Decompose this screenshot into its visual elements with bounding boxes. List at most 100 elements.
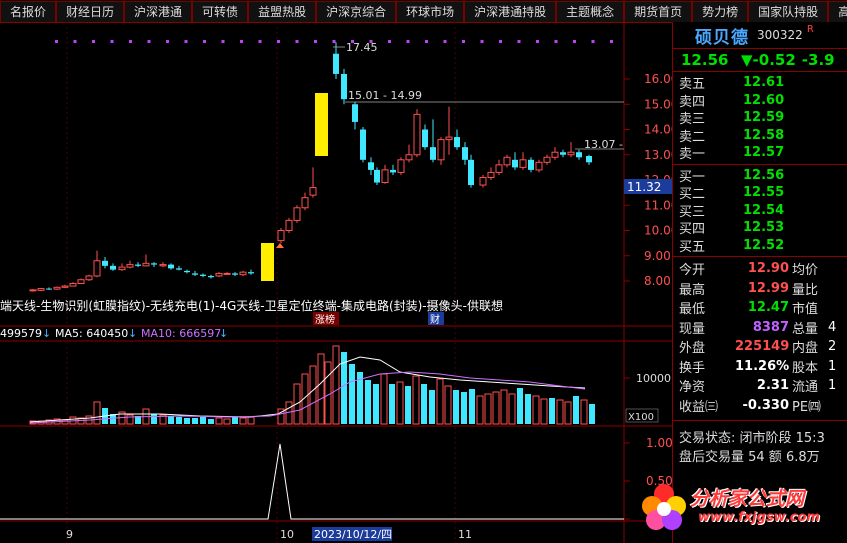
trade-state-line2: 盘后交易量 54 额 6.8万 xyxy=(679,450,820,465)
stat-value: 8387 xyxy=(752,319,789,335)
stat-row: 今开 12.90 均价 xyxy=(673,259,847,279)
orderbook-label: 卖二 xyxy=(679,129,706,145)
ask-row[interactable]: 卖五 12.61 xyxy=(673,74,847,92)
tab-7[interactable]: 沪深港通持股 xyxy=(464,1,557,22)
highlight-bar-1 xyxy=(315,93,328,156)
tab-1[interactable]: 财经日历 xyxy=(56,1,125,22)
tab-12[interactable]: 高转送 xyxy=(828,1,847,22)
orderbook-price: 12.61 xyxy=(743,75,785,91)
stat-value2: 2 xyxy=(828,339,837,355)
tab-3[interactable]: 可转债 xyxy=(192,1,249,22)
stock-code: 300322 xyxy=(757,28,803,42)
indicator-tick-label: 1.00 xyxy=(646,436,672,450)
orderbook-price: 12.57 xyxy=(743,145,785,161)
ma10-label: MA10: 666597 xyxy=(141,327,221,340)
bid-row[interactable]: 买四 12.53 xyxy=(673,219,847,237)
y-tick-label: 8.00 xyxy=(644,274,671,288)
vol-value: 499579 xyxy=(0,327,42,340)
watermark-url: www.fxjgsw.com xyxy=(698,510,820,525)
tab-5[interactable]: 沪深京综合 xyxy=(316,1,397,22)
tab-11[interactable]: 国家队持股 xyxy=(748,1,829,22)
ask-row[interactable]: 卖一 12.57 xyxy=(673,144,847,162)
orderbook-asks: 卖五 12.61 卖四 12.60 卖三 12.59 卖二 12.58 卖一 12.57 xyxy=(673,72,847,165)
stat-key: 今开 xyxy=(679,263,706,279)
y-tick-label: 13.00 xyxy=(644,148,672,162)
ask-row[interactable]: 卖二 12.58 xyxy=(673,127,847,145)
flower-logo-icon xyxy=(642,484,686,530)
price-change-pct: -3.9 xyxy=(801,51,835,69)
tab-2[interactable]: 沪深港通 xyxy=(124,1,193,22)
watermark: 分析家公式网 www.fxjgsw.com xyxy=(632,470,847,543)
stat-value: 225149 xyxy=(735,339,790,355)
stat-key: 最低 xyxy=(679,302,706,318)
stat-key: 最高 xyxy=(679,282,706,298)
orderbook-price: 12.59 xyxy=(743,110,785,126)
volume-bars xyxy=(29,345,595,425)
stat-key: 换手 xyxy=(679,360,706,376)
tab-10[interactable]: 势力榜 xyxy=(692,1,749,22)
ask-row[interactable]: 卖四 12.60 xyxy=(673,92,847,110)
vol-down-arrow: ↓ xyxy=(42,327,51,340)
stat-value: 11.26% xyxy=(735,358,790,374)
trade-state: 交易状态: 闭市阶段 15:3 盘后交易量 54 额 6.8万 xyxy=(673,424,847,468)
signal-dots xyxy=(55,40,613,43)
stat-key: 净资 xyxy=(679,380,706,396)
stat-key2: 流通 xyxy=(792,380,819,396)
orderbook-bids: 买一 12.56 买二 12.55 买三 12.54 买四 12.53 买五 12.52 xyxy=(673,165,847,257)
ask-row[interactable]: 卖三 12.59 xyxy=(673,109,847,127)
stat-value: 2.31 xyxy=(756,378,789,394)
stat-key: 外盘 xyxy=(679,341,706,357)
top-tab-bar: 名报价 财经日历 沪深港通 可转债 益盟热股 沪深京综合 环球市场 沪深港通持股 主题概念 期货首… xyxy=(0,0,847,23)
stats-block: 今开 12.90 均价 最高 12.99 量比 最低 12.47 市值 现量 8387 总量 4 外盘 22… xyxy=(673,257,847,417)
orderbook-label: 买四 xyxy=(679,222,706,238)
last-price: 12.56 xyxy=(681,51,729,69)
concept-text: 端天线-生物识别(虹膜指纹)-无线充电(1)-4G天线-卫星定位终端-集成电路(… xyxy=(0,298,503,313)
orderbook-label: 卖三 xyxy=(679,112,706,128)
bid-row[interactable]: 买二 12.55 xyxy=(673,184,847,202)
orderbook-price: 12.54 xyxy=(743,202,785,218)
orderbook-label: 买二 xyxy=(679,187,706,203)
stock-header: 硕贝德 300322 R xyxy=(673,22,847,49)
high-annotation: 17.45 xyxy=(346,41,378,54)
stat-key2: 股本 xyxy=(792,360,819,376)
orderbook-price: 12.60 xyxy=(743,92,785,108)
current-price-label: 11.32 xyxy=(627,180,661,194)
bid-row[interactable]: 买三 12.54 xyxy=(673,202,847,220)
orderbook-price: 12.55 xyxy=(743,185,785,201)
price-change: ▼-0.52 xyxy=(741,51,796,69)
tab-0[interactable]: 名报价 xyxy=(0,1,57,22)
x-label-nov: 11 xyxy=(458,528,472,541)
y-tick-label: 16.00 xyxy=(644,72,672,86)
orderbook-label: 卖五 xyxy=(679,77,706,93)
stat-value2: 1 xyxy=(828,378,837,394)
stat-row: 最低 12.47 市值 xyxy=(673,298,847,318)
tab-4[interactable]: 益盟热股 xyxy=(248,1,317,22)
stock-name[interactable]: 硕贝德 xyxy=(695,23,749,48)
orderbook-label: 买三 xyxy=(679,204,706,220)
stat-key2: 市值 xyxy=(792,302,819,318)
stat-row: 净资 2.31 流通 1 xyxy=(673,376,847,396)
indicator-line xyxy=(0,443,624,520)
orderbook-label: 卖四 xyxy=(679,94,706,110)
tab-9[interactable]: 期货首页 xyxy=(624,1,693,22)
ma5-label: MA5: 640450 xyxy=(55,327,128,340)
stat-row: 换手 11.26% 股本 1 xyxy=(673,357,847,377)
kline-chart-area[interactable]: 16.0015.0014.0013.0012.0011.0010.009.008… xyxy=(0,22,672,543)
orderbook-label: 卖一 xyxy=(679,147,706,163)
tab-6[interactable]: 环球市场 xyxy=(396,1,465,22)
y-tick-label: 10.00 xyxy=(644,224,672,238)
trade-state-line1: 交易状态: 闭市阶段 15:3 xyxy=(679,431,825,446)
orderbook-price: 12.58 xyxy=(743,127,785,143)
stat-row: 收益㈢ -0.330 PE㈣ xyxy=(673,396,847,416)
tab-8[interactable]: 主题概念 xyxy=(556,1,625,22)
vol-tick: 10000 xyxy=(636,372,671,385)
stock-flag: R xyxy=(806,23,814,35)
range-annotation-1: 15.01 - 14.99 xyxy=(348,89,422,102)
limit-tag: 涨榜 xyxy=(315,313,335,326)
bid-row[interactable]: 买五 12.52 xyxy=(673,237,847,255)
chart-svg: 16.0015.0014.0013.0012.0011.0010.009.008… xyxy=(0,22,672,543)
x-label-oct: 10 xyxy=(280,528,294,541)
stat-value: 12.47 xyxy=(747,300,789,316)
bid-row[interactable]: 买一 12.56 xyxy=(673,167,847,185)
quote-panel: 硕贝德 300322 R 12.56 ▼-0.52 -3.9 卖五 12.61 卖四… xyxy=(672,22,847,543)
